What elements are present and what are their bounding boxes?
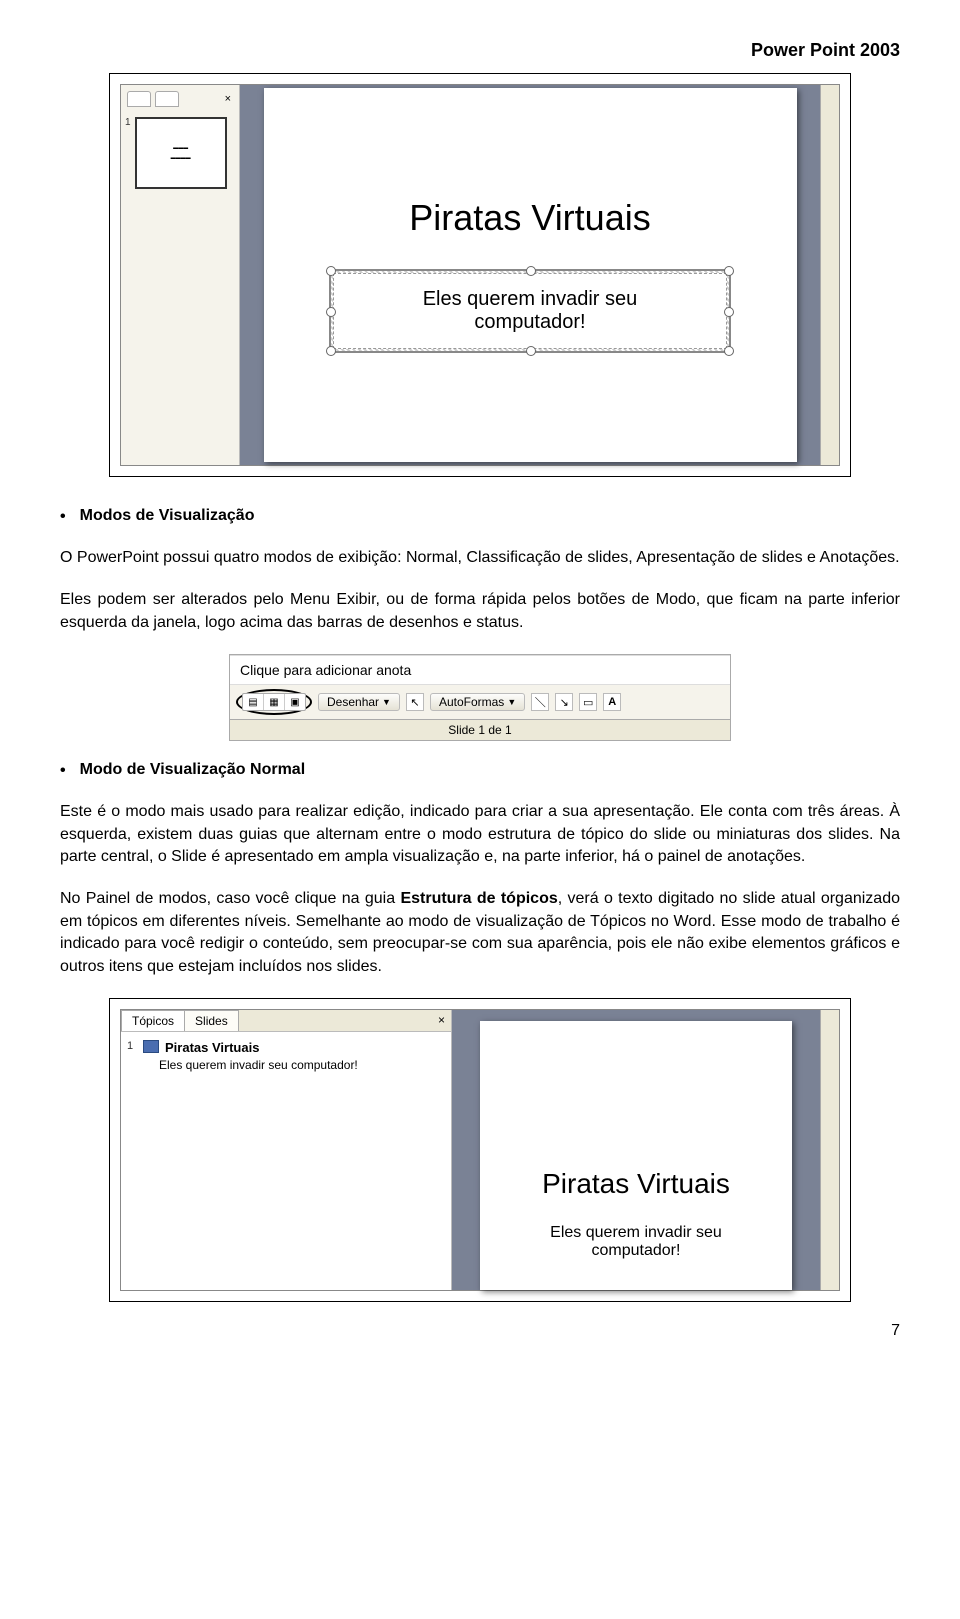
outline-tab-icon[interactable] bbox=[127, 91, 151, 107]
subtitle-line: computador! bbox=[474, 311, 585, 333]
subtitle-text: Eles querem invadir seu computador! bbox=[333, 273, 727, 349]
screenshot-toolbar: Clique para adicionar anota ▤ ▦ ▣ Desenh… bbox=[229, 654, 731, 741]
resize-handle-icon[interactable] bbox=[526, 346, 536, 356]
section-heading: Modo de Visualização Normal bbox=[80, 761, 306, 779]
draw-menu-button[interactable]: Desenhar ▼ bbox=[318, 693, 400, 711]
powerpoint-editor: × 1 ▬▬▬ ▬▬▬▬ Piratas Virtuais bbox=[120, 84, 840, 466]
vertical-scrollbar[interactable] bbox=[820, 1010, 839, 1290]
resize-handle-icon[interactable] bbox=[724, 307, 734, 317]
resize-handle-icon[interactable] bbox=[724, 266, 734, 276]
bold-text: Estrutura de tópicos bbox=[400, 890, 557, 907]
slideshow-button[interactable]: ▣ bbox=[285, 694, 305, 710]
view-mode-buttons: ▤ ▦ ▣ bbox=[242, 693, 306, 711]
outline-number: 1 bbox=[127, 1040, 137, 1052]
slide[interactable]: Piratas Virtuais Eles querem invadir seu… bbox=[480, 1021, 793, 1290]
body-paragraph: Este é o modo mais usado para realizar e… bbox=[60, 801, 900, 868]
screenshot-outline-view: Tópicos Slides × 1 Piratas Virtuais Eles… bbox=[109, 998, 851, 1302]
normal-view-button[interactable]: ▤ bbox=[243, 694, 264, 710]
slide-canvas: Piratas Virtuais Eles querem invadir seu… bbox=[452, 1010, 820, 1290]
line-tool-icon[interactable]: ＼ bbox=[531, 693, 549, 711]
outline-panel: Tópicos Slides × 1 Piratas Virtuais Eles… bbox=[121, 1010, 452, 1290]
label: AutoFormas bbox=[439, 695, 504, 709]
slide-title-text: Piratas Virtuais bbox=[409, 197, 650, 239]
close-panel-icon[interactable]: × bbox=[432, 1010, 451, 1031]
resize-handle-icon[interactable] bbox=[526, 266, 536, 276]
rectangle-tool-icon[interactable]: ▭ bbox=[579, 693, 597, 711]
section-heading: Modos de Visualização bbox=[80, 507, 255, 525]
outline-slide-subtitle: Eles querem invadir seu computador! bbox=[159, 1058, 445, 1072]
body-paragraph: Eles podem ser alterados pelo Menu Exibi… bbox=[60, 589, 900, 634]
powerpoint-editor: Tópicos Slides × 1 Piratas Virtuais Eles… bbox=[120, 1009, 840, 1291]
thumbnail-number: 1 bbox=[125, 117, 131, 128]
body-paragraph: No Painel de modos, caso você clique na … bbox=[60, 888, 900, 978]
slides-tab-icon[interactable] bbox=[155, 91, 179, 107]
outline-slide-title: Piratas Virtuais bbox=[165, 1040, 259, 1055]
outline-item[interactable]: 1 Piratas Virtuais bbox=[127, 1040, 445, 1055]
notes-pane[interactable]: Clique para adicionar anota bbox=[230, 655, 730, 684]
slide-panel-tabs: × bbox=[125, 89, 235, 109]
slides-tab[interactable]: Slides bbox=[184, 1010, 239, 1031]
status-bar: Slide 1 de 1 bbox=[230, 719, 730, 740]
slide-title-text: Piratas Virtuais bbox=[542, 1168, 730, 1200]
sorter-view-button[interactable]: ▦ bbox=[264, 694, 285, 710]
resize-handle-icon[interactable] bbox=[326, 307, 336, 317]
bullet-icon: • bbox=[60, 507, 66, 527]
label: Desenhar bbox=[327, 695, 379, 709]
select-arrow-icon[interactable]: ↖ bbox=[406, 693, 424, 711]
subtitle-line: Eles querem invadir seu bbox=[550, 1224, 722, 1241]
bullet-icon: • bbox=[60, 761, 66, 781]
subtitle-line: Eles querem invadir seu bbox=[423, 288, 638, 310]
page-number: 7 bbox=[60, 1322, 900, 1340]
topics-tab[interactable]: Tópicos bbox=[121, 1010, 185, 1031]
text: No Painel de modos, caso você clique na … bbox=[60, 890, 400, 907]
slide-icon bbox=[143, 1040, 159, 1053]
subtitle-text: Eles querem invadir seu computador! bbox=[550, 1224, 722, 1260]
close-panel-icon[interactable]: × bbox=[225, 93, 233, 105]
vertical-scrollbar[interactable] bbox=[820, 85, 839, 465]
subtitle-line: computador! bbox=[592, 1242, 681, 1259]
arrow-tool-icon[interactable]: ↘ bbox=[555, 693, 573, 711]
annotation-circle: ▤ ▦ ▣ bbox=[236, 689, 312, 715]
dropdown-icon: ▼ bbox=[382, 697, 391, 707]
slide[interactable]: Piratas Virtuais Eles querem invadir seu… bbox=[264, 88, 797, 462]
thumbnail-preview: ▬▬▬ ▬▬▬▬ bbox=[135, 117, 227, 189]
outline-body[interactable]: 1 Piratas Virtuais Eles querem invadir s… bbox=[121, 1032, 451, 1080]
page-header: Power Point 2003 bbox=[60, 40, 900, 61]
textbox-tool-icon[interactable]: A bbox=[603, 693, 621, 711]
slide-canvas: Piratas Virtuais Eles querem invadir seu… bbox=[240, 85, 820, 465]
screenshot-normal-view: × 1 ▬▬▬ ▬▬▬▬ Piratas Virtuais bbox=[109, 73, 851, 477]
slide-panel: × 1 ▬▬▬ ▬▬▬▬ bbox=[121, 85, 240, 465]
resize-handle-icon[interactable] bbox=[326, 266, 336, 276]
subtitle-textbox[interactable]: Eles querem invadir seu computador! bbox=[329, 269, 731, 353]
resize-handle-icon[interactable] bbox=[326, 346, 336, 356]
body-paragraph: O PowerPoint possui quatro modos de exib… bbox=[60, 547, 900, 569]
outline-panel-tabs: Tópicos Slides × bbox=[121, 1010, 451, 1032]
slide-thumbnail[interactable]: 1 ▬▬▬ ▬▬▬▬ bbox=[125, 117, 235, 189]
autoshapes-menu-button[interactable]: AutoFormas ▼ bbox=[430, 693, 525, 711]
dropdown-icon: ▼ bbox=[507, 697, 516, 707]
view-drawing-toolbar: ▤ ▦ ▣ Desenhar ▼ ↖ AutoFormas ▼ ＼ ↘ ▭ A bbox=[230, 684, 730, 719]
resize-handle-icon[interactable] bbox=[724, 346, 734, 356]
